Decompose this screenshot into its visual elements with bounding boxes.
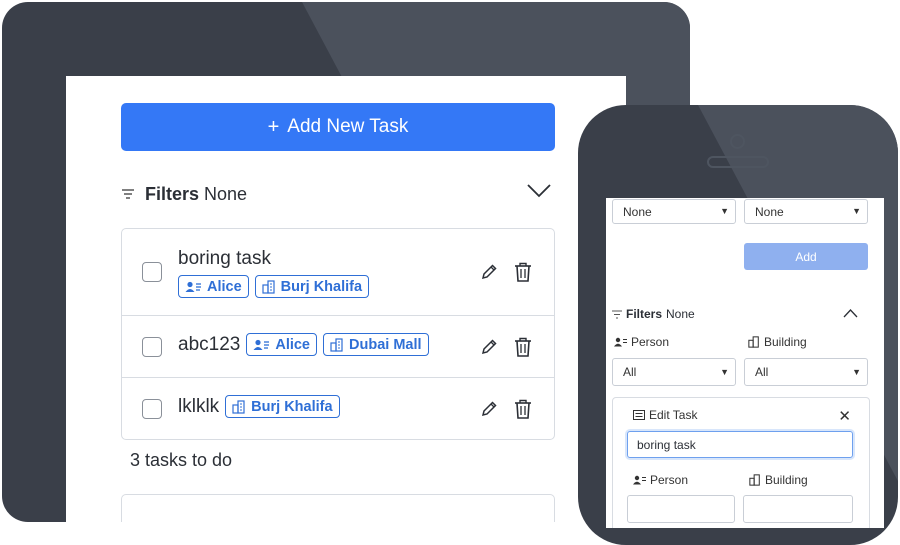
edit-title-text: Edit Task — [649, 408, 698, 422]
task-checkbox[interactable] — [142, 337, 162, 357]
task-title: abc123 — [178, 333, 241, 355]
filters-value: None — [204, 183, 248, 204]
trash-icon[interactable] — [512, 261, 534, 283]
filter-icon — [612, 310, 622, 318]
person-select[interactable]: None ▼ — [612, 199, 736, 224]
person-select-value: None — [623, 204, 652, 219]
person-filter-select[interactable]: All ▼ — [612, 358, 736, 386]
tablet-screen: + Add New Task Filters None boring task — [66, 76, 626, 522]
phone-camera — [730, 134, 745, 149]
dropdown-arrow-icon: ▼ — [720, 206, 729, 216]
edit-person-text: Person — [650, 473, 689, 487]
building-tag: Burj Khalifa — [225, 395, 340, 418]
building-icon — [748, 336, 759, 348]
filter-icon — [122, 189, 134, 199]
edit-person-label: Person — [633, 473, 688, 487]
dropdown-arrow-icon: ▼ — [852, 367, 861, 377]
chevron-up-icon[interactable] — [843, 309, 858, 318]
task-tags: Alice Burj Khalifa — [178, 275, 370, 298]
task-checkbox[interactable] — [142, 262, 162, 282]
building-icon — [262, 279, 275, 294]
task-title: boring task — [178, 248, 271, 269]
building-icon — [749, 474, 760, 486]
task-title: lklklk — [178, 395, 220, 417]
edit-person-select[interactable] — [627, 495, 735, 523]
building-icon — [232, 399, 245, 414]
building-tag-label: Dubai Mall — [349, 336, 422, 353]
task-card-icon — [633, 410, 645, 420]
building-tag: Burj Khalifa — [254, 275, 370, 298]
person-card-icon — [614, 337, 627, 347]
phone-device: None ▼ None ▼ Add Filters None Person Buil… — [578, 105, 898, 545]
building-tag: Dubai Mall — [323, 333, 429, 356]
person-tag: Alice — [178, 275, 249, 298]
edit-building-select[interactable] — [743, 495, 853, 523]
building-filter-value: All — [755, 365, 769, 379]
filters-title: Filters — [145, 183, 200, 204]
building-select[interactable]: None ▼ — [744, 199, 868, 224]
task-list: boring task Alice Burj Khalifa abc123 Al… — [121, 228, 555, 440]
task-content: abc123 Alice Dubai Mall — [178, 333, 429, 356]
building-filter-select[interactable]: All ▼ — [744, 358, 868, 386]
person-card-icon — [185, 281, 201, 292]
filters-header[interactable]: Filters None — [121, 182, 555, 206]
pencil-icon[interactable] — [478, 336, 500, 358]
person-tag: Alice — [246, 333, 318, 356]
building-icon — [330, 337, 343, 352]
person-filter-value: All — [623, 365, 637, 379]
trash-icon[interactable] — [512, 336, 534, 358]
task-count-text: 3 tasks to do — [130, 450, 233, 470]
next-panel — [121, 494, 555, 522]
building-tag-label: Burj Khalifa — [251, 398, 333, 415]
task-row: boring task Alice Burj Khalifa — [122, 229, 554, 316]
person-card-icon — [253, 339, 270, 350]
phone-screen: None ▼ None ▼ Add Filters None Person Buil… — [606, 198, 884, 528]
task-content: lklklk Burj Khalifa — [178, 395, 340, 418]
person-tag-label: Alice — [207, 278, 242, 295]
close-icon[interactable]: ✕ — [838, 407, 851, 425]
plus-icon: + — [267, 115, 280, 138]
pencil-icon[interactable] — [478, 261, 500, 283]
chevron-down-icon[interactable] — [527, 184, 551, 198]
pencil-icon[interactable] — [478, 398, 500, 420]
task-row: abc123 Alice Dubai Mall — [122, 316, 554, 378]
person-card-icon — [633, 475, 646, 485]
person-filter-label: Person — [614, 335, 669, 349]
filters-header[interactable]: Filters None — [612, 306, 868, 322]
filters-value: None — [666, 307, 695, 321]
building-label-text: Building — [764, 335, 807, 349]
filters-title: Filters — [626, 307, 663, 321]
dropdown-arrow-icon: ▼ — [720, 367, 729, 377]
add-new-task-button[interactable]: + Add New Task — [121, 103, 555, 151]
task-name-input[interactable]: boring task — [627, 431, 853, 458]
task-checkbox[interactable] — [142, 399, 162, 419]
building-select-value: None — [755, 204, 784, 219]
building-tag-label: Burj Khalifa — [280, 278, 363, 295]
edit-building-label: Building — [749, 473, 808, 487]
trash-icon[interactable] — [512, 398, 534, 420]
task-row: lklklk Burj Khalifa — [122, 378, 554, 439]
dropdown-arrow-icon: ▼ — [852, 206, 861, 216]
phone-speaker — [707, 156, 769, 168]
edit-task-panel: Edit Task ✕ boring task Person Building — [612, 397, 870, 528]
building-filter-label: Building — [748, 335, 807, 349]
edit-task-title: Edit Task — [633, 408, 697, 422]
person-label-text: Person — [631, 335, 670, 349]
add-button[interactable]: Add — [744, 243, 868, 270]
person-tag-label: Alice — [275, 336, 311, 353]
add-new-task-label: Add New Task — [287, 116, 409, 137]
edit-building-text: Building — [765, 473, 808, 487]
